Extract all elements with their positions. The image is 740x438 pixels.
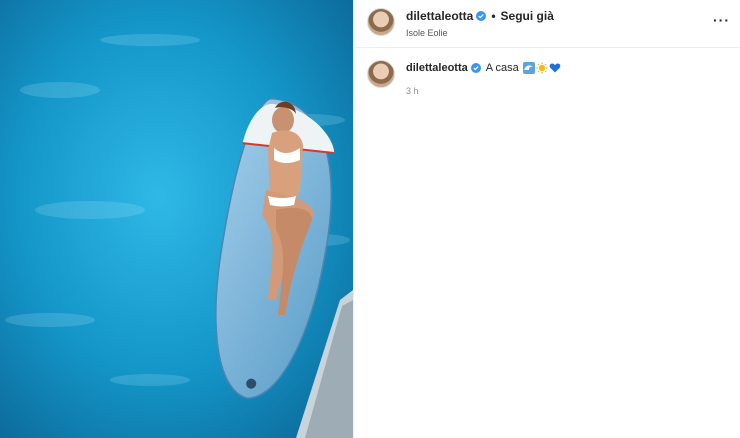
wave-icon [522,62,535,74]
caption-comment: dilettaleotta A casa 3 h [354,48,740,96]
caption-timestamp: 3 h [406,86,419,96]
caption-text: A casa [485,62,519,74]
caption-username[interactable]: dilettaleotta [406,62,468,74]
caption-emojis [522,62,561,74]
caption-body: dilettaleotta A casa 3 h [406,60,561,96]
location-link[interactable]: Isole Eolie [406,28,554,38]
post-header: dilettaleotta • Segui già Isole Eolie ··… [354,0,740,48]
header-meta: dilettaleotta • Segui già Isole Eolie [406,8,554,38]
profile-avatar[interactable] [367,8,395,36]
verified-badge-icon [470,63,481,73]
verified-badge-icon [476,11,487,21]
caption-avatar[interactable] [367,60,395,88]
post-sidebar: dilettaleotta • Segui già Isole Eolie ··… [353,0,740,438]
more-options-icon[interactable]: ··· [713,12,730,28]
post-photo[interactable] [0,0,353,438]
header-username[interactable]: dilettaleotta [406,9,473,23]
instagram-post: dilettaleotta • Segui già Isole Eolie ··… [0,0,740,438]
caption-row: dilettaleotta A casa [406,62,561,74]
photo-scene [0,0,353,438]
separator-dot: • [491,9,496,23]
following-button[interactable]: Segui già [501,9,554,23]
blue-heart-icon [549,63,561,73]
sun-icon [536,62,548,74]
header-name-row: dilettaleotta • Segui già [406,8,554,24]
